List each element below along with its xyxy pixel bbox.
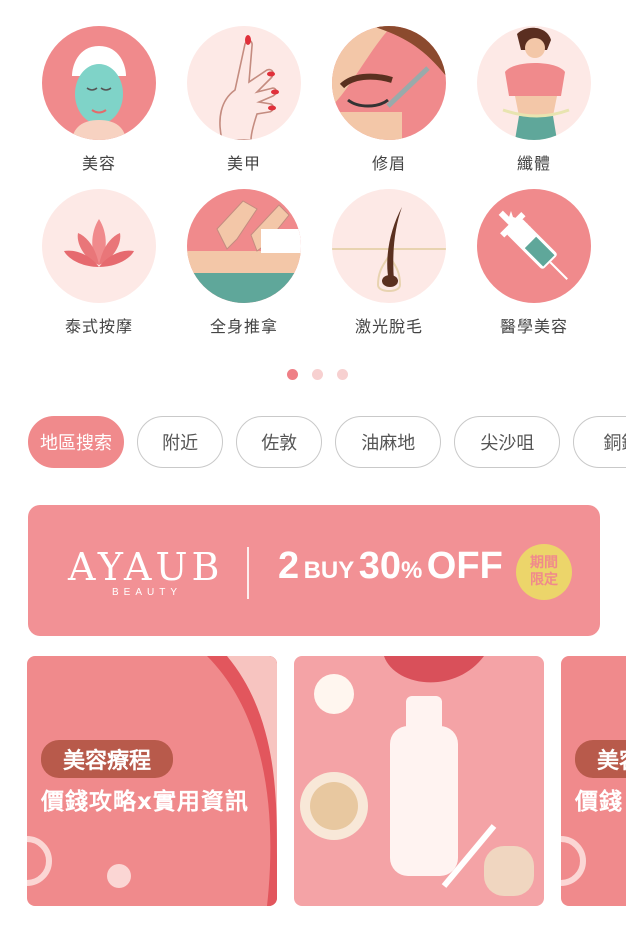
face-mask-icon <box>42 26 156 140</box>
page-dot[interactable] <box>287 369 298 380</box>
category-nails[interactable]: 美甲 <box>186 26 302 174</box>
slimming-body-icon <box>477 26 591 140</box>
chip-jordan[interactable]: 佐敦 <box>236 416 323 468</box>
category-body-massage[interactable]: 全身推拿 <box>186 189 302 337</box>
article-card[interactable]: 美容療程 價錢攻略x實用資訊 <box>27 656 277 906</box>
category-slimming[interactable]: 纖體 <box>476 26 592 174</box>
page-dot[interactable] <box>337 369 348 380</box>
lotus-icon <box>42 189 156 303</box>
chip-nearby[interactable]: 附近 <box>137 416 224 468</box>
category-label: 泰式按摩 <box>64 317 133 336</box>
category-label: 纖體 <box>516 154 551 173</box>
category-eyebrow[interactable]: 修眉 <box>331 26 447 174</box>
category-beauty[interactable]: 美容 <box>41 26 157 174</box>
card-background <box>561 656 626 906</box>
category-label: 醫學美容 <box>499 317 568 336</box>
chip-tsim-sha-tsui[interactable]: 尖沙咀 <box>454 416 561 468</box>
article-card[interactable]: 美容 價錢 <box>561 656 626 906</box>
category-medical-aesthetics[interactable]: 醫學美容 <box>476 189 592 337</box>
category-laser-hair-removal[interactable]: 激光脫毛 <box>331 189 447 337</box>
eyebrow-icon <box>332 26 446 140</box>
article-card[interactable] <box>294 656 544 906</box>
category-label: 美甲 <box>226 154 261 173</box>
article-carousel: 美容療程 價錢攻略x實用資訊 美容 價錢 <box>27 656 626 906</box>
hair-follicle-icon <box>332 189 446 303</box>
chip-area-search[interactable]: 地區搜索 <box>28 416 124 468</box>
chip-yau-ma-tei[interactable]: 油麻地 <box>335 416 442 468</box>
category-label: 美容 <box>81 154 116 173</box>
category-thai-massage[interactable]: 泰式按摩 <box>41 189 157 337</box>
category-pagination <box>287 369 348 380</box>
page-dot[interactable] <box>312 369 323 380</box>
promo-banner[interactable]: AYAUB BEAUTY 2 BUY 30% OFF 期間限定 <box>28 505 600 636</box>
card-tag: 美容 <box>575 740 626 778</box>
card-subtitle: 價錢攻略x實用資訊 <box>41 789 249 815</box>
card-background <box>27 656 277 906</box>
chip-causeway-bay[interactable]: 銅鑼 <box>573 416 626 468</box>
brand-subtitle: BEAUTY <box>112 587 183 598</box>
card-tag: 美容療程 <box>41 740 174 778</box>
offer-text: 2 BUY 30% OFF <box>278 545 503 587</box>
category-label: 激光脫毛 <box>354 317 423 336</box>
card-subtitle: 價錢 <box>575 789 623 815</box>
brand-logo: AYAUB <box>68 545 224 589</box>
banner-divider <box>247 547 249 599</box>
district-filter-chips: 地區搜索 附近 佐敦 油麻地 尖沙咀 銅鑼 <box>28 416 626 470</box>
category-label: 修眉 <box>371 154 406 173</box>
manicure-hand-icon <box>187 26 301 140</box>
syringe-icon <box>477 189 591 303</box>
category-label: 全身推拿 <box>209 317 278 336</box>
limited-time-badge: 期間限定 <box>516 544 572 600</box>
massage-icon <box>187 189 301 303</box>
card-product-photo <box>294 656 544 906</box>
